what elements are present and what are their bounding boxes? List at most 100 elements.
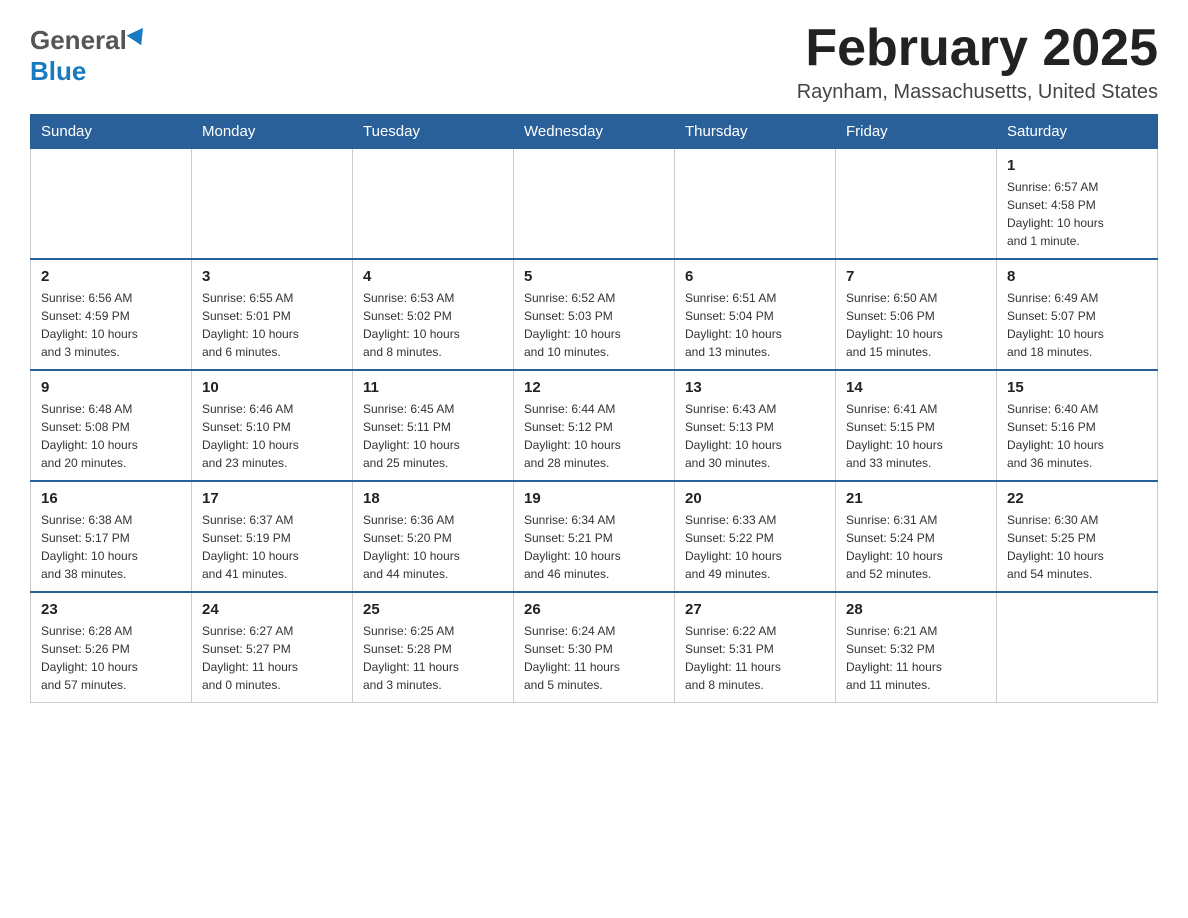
day-number: 10 <box>202 379 342 396</box>
logo-triangle-icon <box>127 28 150 49</box>
day-number: 8 <box>1007 268 1147 285</box>
table-row: 18Sunrise: 6:36 AM Sunset: 5:20 PM Dayli… <box>353 481 514 592</box>
day-info: Sunrise: 6:48 AM Sunset: 5:08 PM Dayligh… <box>41 400 181 472</box>
day-info: Sunrise: 6:22 AM Sunset: 5:31 PM Dayligh… <box>685 622 825 694</box>
day-info: Sunrise: 6:43 AM Sunset: 5:13 PM Dayligh… <box>685 400 825 472</box>
table-row: 17 Sunrise: 6:37 AM Sunset: 5:19 PM Dayli… <box>192 481 353 592</box>
day-info: Sunrise: 6:31 AM Sunset: 5:24 PM Dayligh… <box>846 511 986 583</box>
table-row <box>31 149 192 260</box>
table-row: 24 Sunrise: 6:27 AM Sunset: 5:27 PM Dayli… <box>192 592 353 703</box>
day-number: 18 <box>363 490 503 507</box>
table-row: 13 Sunrise: 6:43 AM Sunset: 5:13 PM Dayli… <box>675 370 836 481</box>
table-row: 14 Sunrise: 6:41 AM Sunset: 5:15 PM Dayli… <box>836 370 997 481</box>
day-info: Sunrise: 6:37 AM Sunset: 5:19 PM Dayligh… <box>202 511 342 583</box>
day-info: Sunrise: 6:55 AM Sunset: 5:01 PM Dayligh… <box>202 289 342 361</box>
calendar-table: Sunday Monday Tuesday Wednesday Thursday… <box>30 114 1158 703</box>
col-tuesday: Tuesday <box>353 115 514 149</box>
day-info: Sunrise: 6:53 AM Sunset: 5:02 PM Dayligh… <box>363 289 503 361</box>
day-number: 24 <box>202 601 342 618</box>
table-row: 2 Sunrise: 6:56 AM Sunset: 4:59 PM Daylig… <box>31 259 192 370</box>
day-number: 5 <box>524 268 664 285</box>
table-row <box>353 149 514 260</box>
table-row: 28Sunrise: 6:21 AM Sunset: 5:32 PM Dayli… <box>836 592 997 703</box>
col-thursday: Thursday <box>675 115 836 149</box>
location-title: Raynham, Massachusetts, United States <box>797 81 1158 104</box>
day-number: 22 <box>1007 490 1147 507</box>
table-row: 1Sunrise: 6:57 AM Sunset: 4:58 PM Daylig… <box>997 149 1158 260</box>
day-info: Sunrise: 6:34 AM Sunset: 5:21 PM Dayligh… <box>524 511 664 583</box>
page-header: General Blue February 2025 Raynham, Mass… <box>30 20 1158 104</box>
table-row: 27Sunrise: 6:22 AM Sunset: 5:31 PM Dayli… <box>675 592 836 703</box>
table-row: 10 Sunrise: 6:46 AM Sunset: 5:10 PM Dayli… <box>192 370 353 481</box>
day-info: Sunrise: 6:57 AM Sunset: 4:58 PM Dayligh… <box>1007 178 1147 250</box>
table-row: 5 Sunrise: 6:52 AM Sunset: 5:03 PM Daylig… <box>514 259 675 370</box>
day-number: 13 <box>685 379 825 396</box>
day-info: Sunrise: 6:25 AM Sunset: 5:28 PM Dayligh… <box>363 622 503 694</box>
table-row: 7 Sunrise: 6:50 AM Sunset: 5:06 PM Daylig… <box>836 259 997 370</box>
day-info: Sunrise: 6:46 AM Sunset: 5:10 PM Dayligh… <box>202 400 342 472</box>
col-wednesday: Wednesday <box>514 115 675 149</box>
table-row: 6 Sunrise: 6:51 AM Sunset: 5:04 PM Daylig… <box>675 259 836 370</box>
calendar-week-row: 16 Sunrise: 6:38 AM Sunset: 5:17 PM Dayli… <box>31 481 1158 592</box>
col-sunday: Sunday <box>31 115 192 149</box>
table-row: 11 Sunrise: 6:45 AM Sunset: 5:11 PM Dayli… <box>353 370 514 481</box>
table-row: 23Sunrise: 6:28 AM Sunset: 5:26 PM Dayli… <box>31 592 192 703</box>
table-row: 21 Sunrise: 6:31 AM Sunset: 5:24 PM Dayli… <box>836 481 997 592</box>
day-number: 3 <box>202 268 342 285</box>
table-row: 20Sunrise: 6:33 AM Sunset: 5:22 PM Dayli… <box>675 481 836 592</box>
day-number: 21 <box>846 490 986 507</box>
table-row: 26 Sunrise: 6:24 AM Sunset: 5:30 PM Dayli… <box>514 592 675 703</box>
day-number: 26 <box>524 601 664 618</box>
day-number: 2 <box>41 268 181 285</box>
table-row: 16 Sunrise: 6:38 AM Sunset: 5:17 PM Dayli… <box>31 481 192 592</box>
logo: General Blue <box>30 20 147 87</box>
table-row: 19 Sunrise: 6:34 AM Sunset: 5:21 PM Dayli… <box>514 481 675 592</box>
logo-blue-text: Blue <box>30 56 86 87</box>
col-saturday: Saturday <box>997 115 1158 149</box>
day-info: Sunrise: 6:50 AM Sunset: 5:06 PM Dayligh… <box>846 289 986 361</box>
day-info: Sunrise: 6:49 AM Sunset: 5:07 PM Dayligh… <box>1007 289 1147 361</box>
day-info: Sunrise: 6:38 AM Sunset: 5:17 PM Dayligh… <box>41 511 181 583</box>
month-title: February 2025 <box>797 20 1158 77</box>
table-row <box>514 149 675 260</box>
day-number: 7 <box>846 268 986 285</box>
table-row: 15 Sunrise: 6:40 AM Sunset: 5:16 PM Dayli… <box>997 370 1158 481</box>
day-info: Sunrise: 6:52 AM Sunset: 5:03 PM Dayligh… <box>524 289 664 361</box>
table-row: 25 Sunrise: 6:25 AM Sunset: 5:28 PM Dayli… <box>353 592 514 703</box>
day-number: 11 <box>363 379 503 396</box>
table-row: 22 Sunrise: 6:30 AM Sunset: 5:25 PM Dayli… <box>997 481 1158 592</box>
day-number: 16 <box>41 490 181 507</box>
day-number: 28 <box>846 601 986 618</box>
day-info: Sunrise: 6:33 AM Sunset: 5:22 PM Dayligh… <box>685 511 825 583</box>
day-info: Sunrise: 6:40 AM Sunset: 5:16 PM Dayligh… <box>1007 400 1147 472</box>
table-row: 8 Sunrise: 6:49 AM Sunset: 5:07 PM Daylig… <box>997 259 1158 370</box>
day-info: Sunrise: 6:24 AM Sunset: 5:30 PM Dayligh… <box>524 622 664 694</box>
calendar-week-row: 9 Sunrise: 6:48 AM Sunset: 5:08 PM Daylig… <box>31 370 1158 481</box>
calendar-week-row: 2 Sunrise: 6:56 AM Sunset: 4:59 PM Daylig… <box>31 259 1158 370</box>
day-number: 15 <box>1007 379 1147 396</box>
day-info: Sunrise: 6:41 AM Sunset: 5:15 PM Dayligh… <box>846 400 986 472</box>
table-row: 12Sunrise: 6:44 AM Sunset: 5:12 PM Dayli… <box>514 370 675 481</box>
day-info: Sunrise: 6:44 AM Sunset: 5:12 PM Dayligh… <box>524 400 664 472</box>
logo-general-text: General <box>30 25 127 56</box>
table-row <box>192 149 353 260</box>
day-number: 9 <box>41 379 181 396</box>
day-number: 17 <box>202 490 342 507</box>
day-number: 6 <box>685 268 825 285</box>
day-info: Sunrise: 6:51 AM Sunset: 5:04 PM Dayligh… <box>685 289 825 361</box>
calendar-week-row: 1Sunrise: 6:57 AM Sunset: 4:58 PM Daylig… <box>31 149 1158 260</box>
day-number: 14 <box>846 379 986 396</box>
day-info: Sunrise: 6:56 AM Sunset: 4:59 PM Dayligh… <box>41 289 181 361</box>
day-info: Sunrise: 6:30 AM Sunset: 5:25 PM Dayligh… <box>1007 511 1147 583</box>
title-section: February 2025 Raynham, Massachusetts, Un… <box>797 20 1158 104</box>
day-number: 19 <box>524 490 664 507</box>
day-number: 25 <box>363 601 503 618</box>
calendar-week-row: 23Sunrise: 6:28 AM Sunset: 5:26 PM Dayli… <box>31 592 1158 703</box>
table-row <box>997 592 1158 703</box>
day-info: Sunrise: 6:27 AM Sunset: 5:27 PM Dayligh… <box>202 622 342 694</box>
table-row: 3 Sunrise: 6:55 AM Sunset: 5:01 PM Daylig… <box>192 259 353 370</box>
day-info: Sunrise: 6:45 AM Sunset: 5:11 PM Dayligh… <box>363 400 503 472</box>
calendar-header-row: Sunday Monday Tuesday Wednesday Thursday… <box>31 115 1158 149</box>
table-row: 9 Sunrise: 6:48 AM Sunset: 5:08 PM Daylig… <box>31 370 192 481</box>
table-row <box>675 149 836 260</box>
